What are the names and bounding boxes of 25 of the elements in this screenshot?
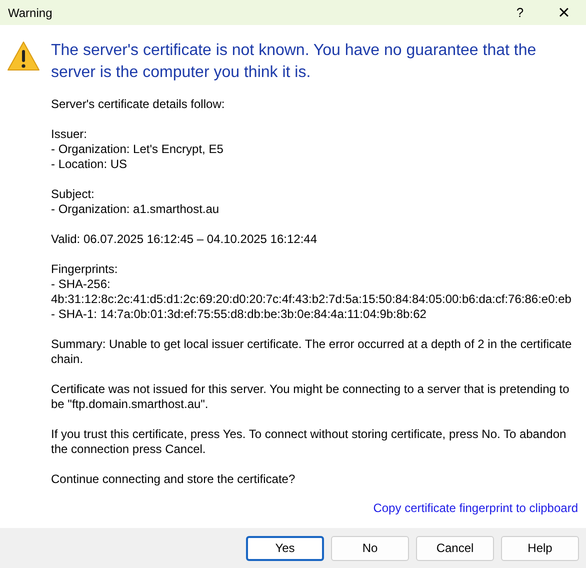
dialog-button[interactable]: No: [331, 536, 409, 560]
dialog-button[interactable]: Yes: [246, 536, 324, 560]
message-text: - Organization: Let's Encrypt, E5: [51, 142, 224, 157]
window-title: Warning: [8, 4, 54, 22]
close-button[interactable]: ×: [542, 0, 586, 25]
help-button[interactable]: ?: [498, 0, 542, 25]
heading: The server's certificate is not known. You have no guarantee that the server is the computer you think it is.: [51, 41, 538, 83]
message-text: Valid: 06.07.2025 16:12:45 – 04.10.2025 16:12:44: [51, 232, 318, 247]
dialog-button[interactable]: Cancel: [416, 536, 494, 560]
message-text: 4b:31:12:8c:2c:41:d5:d1:2c:69:20:d0:20:7c:4f:43:b2:7d:5a:15:50:84:84:05:00:b6:da:cf:76:86:e0:eb: [51, 292, 572, 307]
message-text: Certificate was not issued for this server. You might be connecting to a server that is pretending to be "ftp.domain.smarthost.au".: [51, 382, 570, 412]
message-text: If you trust this certificate, press Yes. To connect without storing certificate, press No. To abandon the connection press Cancel.: [51, 427, 568, 457]
message-text: Server's certificate details follow:: [51, 97, 226, 112]
message-text: - SHA-256:: [51, 277, 112, 292]
copy-fingerprint-link[interactable]: Copy certificate fingerprint to clipboard: [373, 499, 578, 517]
dialog-button[interactable]: Help: [501, 536, 579, 560]
message-text: Fingerprints:: [51, 262, 119, 277]
message-text: - Location: US: [51, 157, 128, 172]
message-text: - SHA-1: 14:7a:0b:01:3d:ef:75:55:d8:db:be:3b:0e:84:4a:11:04:9b:8b:62: [51, 307, 428, 322]
message-text: Subject:: [51, 187, 96, 202]
message-text: Summary: Unable to get local issuer certificate. The error occurred at a depth of 2 in the certificate chain.: [51, 337, 573, 367]
warning-icon: [7, 41, 40, 71]
message-text: - Organization: a1.smarthost.au: [51, 202, 220, 217]
message-text: Issuer:: [51, 127, 88, 142]
message-text: Continue connecting and store the certificate?: [51, 472, 296, 487]
